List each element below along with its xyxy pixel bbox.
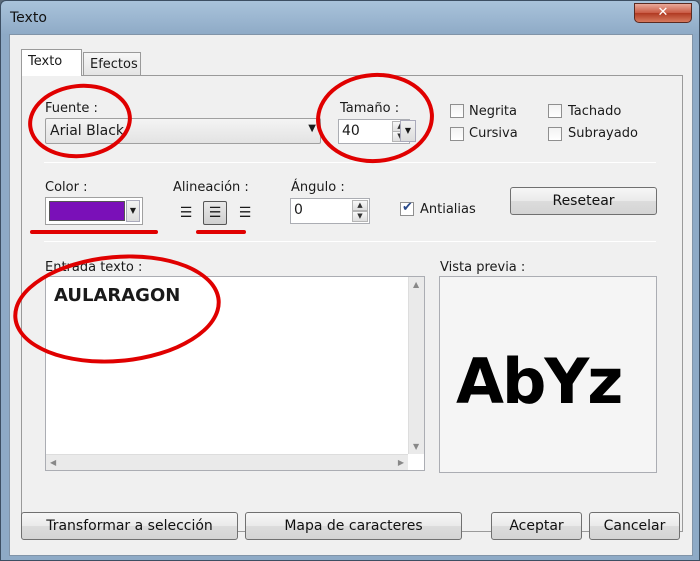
tab-texto[interactable]: Texto — [21, 49, 82, 76]
align-left-icon[interactable]: ☰ — [174, 202, 198, 226]
reset-button[interactable]: Resetear — [510, 187, 657, 215]
alignment-label: Alineación : — [173, 180, 249, 195]
font-select-value: Arial Black — [50, 123, 125, 139]
angle-spinner[interactable]: 0 ▲ ▼ — [290, 198, 370, 224]
tab-panel-texto: Fuente : Arial Black ▼ Tamaño : 40 ▲ ▼ ▼… — [21, 75, 683, 532]
scroll-left-icon[interactable]: ◀ — [50, 458, 56, 467]
align-right-icon[interactable]: ☰ — [233, 202, 257, 226]
cancel-button[interactable]: Cancelar — [589, 512, 680, 540]
transform-to-selection-button[interactable]: Transformar a selección — [21, 512, 238, 540]
scroll-down-icon[interactable]: ▼ — [413, 442, 419, 451]
close-icon: ✕ — [657, 5, 669, 20]
chevron-down-icon: ▼ — [404, 126, 412, 135]
bold-label: Negrita — [469, 104, 517, 119]
preview-box: AbYz — [439, 276, 657, 473]
dialog-body: Texto Efectos Fuente : Arial Black ▼ Tam… — [9, 34, 693, 556]
accept-button[interactable]: Aceptar — [491, 512, 582, 540]
italic-label: Cursiva — [469, 126, 518, 141]
character-map-button[interactable]: Mapa de caracteres — [245, 512, 462, 540]
antialias-checkbox[interactable] — [400, 200, 414, 216]
color-swatch — [49, 201, 125, 221]
scroll-up-icon[interactable]: ▲ — [413, 280, 419, 289]
dialog-window: Texto ✕ Texto Efectos Fuente : Arial Bla… — [0, 0, 700, 561]
align-center-icon[interactable]: ☰ — [203, 201, 227, 225]
close-button[interactable]: ✕ — [634, 3, 692, 23]
text-input-label: Entrada texto : — [45, 260, 143, 275]
font-select[interactable]: Arial Black ▼ — [45, 118, 321, 144]
angle-label: Ángulo : — [291, 180, 345, 195]
text-input-area[interactable]: AULARAGON ▲ ▼ ◀ ▶ — [45, 276, 425, 471]
angle-spin-buttons: ▲ ▼ — [352, 200, 368, 222]
italic-checkbox[interactable] — [450, 127, 464, 141]
strikethrough-label: Tachado — [568, 104, 622, 119]
spin-down-icon[interactable]: ▼ — [352, 211, 368, 222]
scroll-right-icon[interactable]: ▶ — [398, 458, 404, 467]
preview-label: Vista previa : — [440, 260, 526, 275]
strikethrough-checkbox[interactable] — [548, 104, 562, 118]
chevron-down-icon: ▼ — [308, 123, 316, 134]
separator — [44, 241, 656, 242]
antialias-label: Antialias — [420, 202, 476, 217]
font-label: Fuente : — [45, 101, 98, 116]
size-value: 40 — [342, 123, 360, 139]
window-title: Texto — [10, 10, 47, 26]
horizontal-scrollbar[interactable]: ◀ ▶ — [46, 454, 408, 470]
size-label: Tamaño : — [340, 101, 400, 116]
vertical-scrollbar[interactable]: ▲ ▼ — [408, 277, 424, 454]
spin-up-icon[interactable]: ▲ — [352, 200, 368, 211]
separator — [44, 162, 656, 163]
underline-label: Subrayado — [568, 126, 638, 141]
text-input-value: AULARAGON — [54, 285, 181, 306]
bold-checkbox[interactable] — [450, 104, 464, 118]
tab-efectos[interactable]: Efectos — [83, 52, 141, 77]
angle-value: 0 — [294, 202, 303, 218]
preview-sample: AbYz — [456, 345, 623, 418]
chevron-down-icon: ▼ — [126, 200, 140, 222]
color-label: Color : — [45, 180, 88, 195]
underline-checkbox[interactable] — [548, 127, 562, 141]
title-bar[interactable]: Texto ✕ — [1, 1, 699, 35]
size-dropdown-button[interactable]: ▼ — [400, 120, 416, 142]
color-picker[interactable]: ▼ — [45, 197, 143, 225]
